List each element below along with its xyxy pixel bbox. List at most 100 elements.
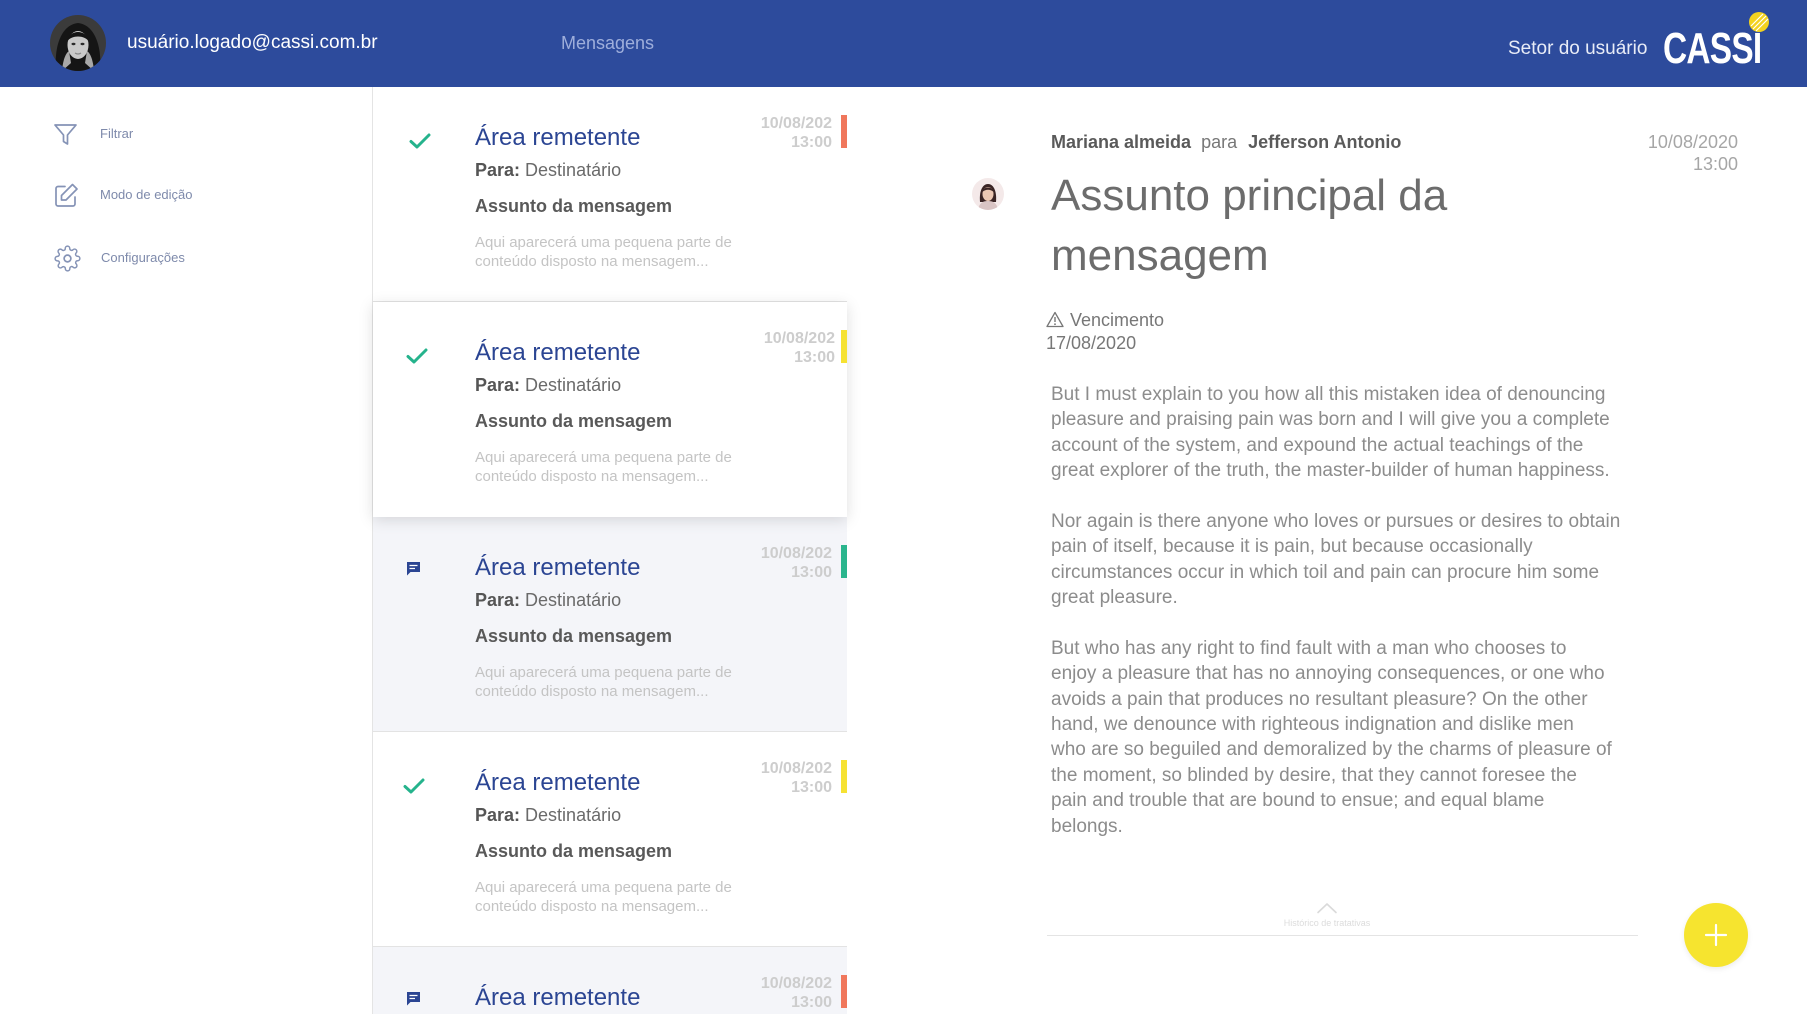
- card-sender-area: Área remetente: [475, 124, 641, 151]
- sidebar-item-label: Modo de edição: [100, 187, 193, 202]
- card-subject: Assunto da mensagem: [475, 626, 673, 646]
- check-icon: [403, 777, 425, 795]
- user-email: usuário.logado@cassi.com.br: [127, 32, 378, 53]
- body-line: pleasure and praising pain was born and …: [1051, 409, 1610, 431]
- body-paragraph: But I must explain to you how all this m…: [1051, 382, 1691, 484]
- history-toggle[interactable]: Histórico de tratativas: [1277, 899, 1377, 931]
- body-line: enjoy a pleasure that has no annoying co…: [1051, 663, 1605, 685]
- message-detail: Mariana almeida para Jefferson Antonio 10/…: [847, 87, 1807, 1014]
- card-time: 13:00: [791, 134, 832, 151]
- sidebar-item-label: Configurações: [101, 250, 185, 265]
- user-avatar[interactable]: [50, 15, 106, 71]
- message-card[interactable]: Área remetente Para: Destinatário Assunt…: [373, 732, 847, 947]
- card-timestamp: 10/08/202 13:00: [761, 544, 832, 582]
- message-card[interactable]: Área remetente Para: Destinatário Assunt…: [373, 517, 847, 732]
- card-date: 10/08/202: [760, 115, 832, 132]
- card-time: 13:00: [794, 349, 835, 366]
- recipient-value: Destinatário: [525, 590, 622, 610]
- sidebar-item-edit-mode[interactable]: Modo de edição: [0, 175, 372, 215]
- card-timestamp: 10/08/202 13:00: [761, 759, 832, 797]
- body-line: But who has any right to find fault with…: [1051, 637, 1567, 659]
- logo-sun-icon: [1748, 11, 1770, 33]
- recipient-value: Destinatário: [525, 160, 622, 180]
- card-preview-line: conteúdo disposto na mensagem...: [475, 898, 709, 915]
- card-sender-area: Área remetente: [475, 339, 641, 366]
- body-line: hand, we denounce with righteous indigna…: [1051, 714, 1574, 736]
- card-preview-line: Aqui aparecerá uma pequena parte de: [475, 449, 732, 466]
- card-preview: Aqui aparecerá uma pequena parte de cont…: [475, 233, 732, 271]
- body-line: Nor again is there anyone who loves or p…: [1051, 510, 1621, 532]
- body-line: belongs.: [1051, 815, 1123, 837]
- history-divider: [1047, 935, 1638, 936]
- body-line: pain and trouble that are bound to ensue…: [1051, 790, 1545, 812]
- card-recipient: Para: Destinatário: [475, 804, 621, 826]
- sidebar-item-filter[interactable]: Filtrar: [0, 109, 372, 149]
- card-preview-line: Aqui aparecerá uma pequena parte de: [475, 664, 732, 681]
- body-paragraph: Nor again is there anyone who loves or p…: [1051, 509, 1691, 611]
- card-date: 10/08/202: [760, 975, 832, 992]
- recipient-value: Destinatário: [525, 805, 622, 825]
- message-card[interactable]: Área remetente Para: Destinatário Assunt…: [373, 87, 847, 302]
- card-preview-line: conteúdo disposto na mensagem...: [475, 468, 709, 485]
- card-preview-line: Aqui aparecerá uma pequena parte de: [475, 234, 732, 251]
- card-subject: Assunto da mensagem: [475, 196, 673, 216]
- card-preview-line: conteúdo disposto na mensagem...: [475, 683, 709, 700]
- message-body: But I must explain to you how all this m…: [1051, 382, 1691, 839]
- message-card[interactable]: Área remetente 10/08/202 13:00: [373, 947, 847, 1014]
- warning-icon: [1046, 311, 1064, 328]
- body-line: who are so beguiled and demoralized by t…: [1051, 739, 1612, 761]
- card-preview-line: Aqui aparecerá uma pequena parte de: [475, 879, 732, 896]
- tab-messages[interactable]: Mensagens: [561, 31, 654, 55]
- body-line: pain of itself, because it is pain, but …: [1051, 536, 1533, 558]
- recipient-label: Para:: [475, 805, 521, 825]
- card-preview: Aqui aparecerá uma pequena parte de cont…: [475, 663, 732, 701]
- body-line: great explorer of the truth, the master-…: [1051, 460, 1610, 482]
- body-line: But I must explain to you how all this m…: [1051, 384, 1606, 405]
- card-timestamp: 10/08/202 13:00: [764, 329, 835, 367]
- message-date: 10/08/2020: [1647, 132, 1738, 152]
- to-word: para: [1201, 132, 1238, 152]
- message-list: Área remetente Para: Destinatário Assunt…: [373, 87, 847, 1014]
- message-timestamp: 10/08/2020 13:00: [1648, 131, 1738, 175]
- plus-icon: [1704, 923, 1728, 947]
- history-label: Histórico de tratativas: [1283, 918, 1371, 928]
- body-line: circumstances occur in which toil and pa…: [1051, 561, 1600, 583]
- body-line: great pleasure.: [1051, 587, 1178, 609]
- cassi-logo: CASSI: [1663, 24, 1762, 73]
- recipient-label: Para:: [475, 590, 521, 610]
- body-paragraph: But who has any right to find fault with…: [1051, 636, 1691, 839]
- due-date: 17/08/2020: [1046, 333, 1137, 353]
- sidebar-item-settings[interactable]: Configurações: [0, 237, 372, 277]
- chat-icon: [406, 561, 421, 576]
- top-bar: usuário.logado@cassi.com.br Mensagens Se…: [0, 0, 1807, 87]
- chat-icon: [406, 991, 421, 1006]
- filter-icon: [53, 122, 78, 147]
- card-date: 10/08/202: [760, 760, 832, 777]
- card-preview: Aqui aparecerá uma pequena parte de cont…: [475, 878, 732, 916]
- body-line: the moment, so blinded by desire, that t…: [1051, 764, 1577, 786]
- card-date: 10/08/202: [763, 330, 835, 347]
- card-subject: Assunto da mensagem: [475, 411, 673, 431]
- new-message-button[interactable]: [1684, 903, 1748, 967]
- user-sector: Setor do usuário: [1508, 38, 1648, 59]
- card-sender-area: Área remetente: [475, 984, 641, 1011]
- body-line: account of the system, and expound the a…: [1051, 434, 1584, 456]
- recipient-label: Para:: [475, 375, 521, 395]
- recipient-name: Jefferson Antonio: [1248, 132, 1402, 152]
- check-icon: [406, 347, 428, 365]
- body-line: avoids a pain that produces no resultant…: [1051, 688, 1588, 710]
- chevron-up-icon: [1316, 902, 1338, 914]
- card-timestamp: 10/08/202 13:00: [761, 974, 832, 1012]
- card-preview-line: conteúdo disposto na mensagem...: [475, 253, 709, 270]
- card-sender-area: Área remetente: [475, 769, 641, 796]
- sender-recipient-line: Mariana almeida para Jefferson Antonio: [1051, 130, 1401, 154]
- due-label: Vencimento: [1070, 310, 1165, 330]
- recipient-value: Destinatário: [525, 375, 622, 395]
- card-time: 13:00: [791, 994, 832, 1011]
- card-time: 13:00: [791, 779, 832, 796]
- card-subject: Assunto da mensagem: [475, 841, 673, 861]
- message-card-selected[interactable]: Área remetente Para: Destinatário Assunt…: [373, 302, 847, 517]
- message-subject: Assunto principal da mensagem: [1051, 171, 1448, 280]
- sender-avatar: [972, 178, 1004, 210]
- card-recipient: Para: Destinatário: [475, 159, 621, 181]
